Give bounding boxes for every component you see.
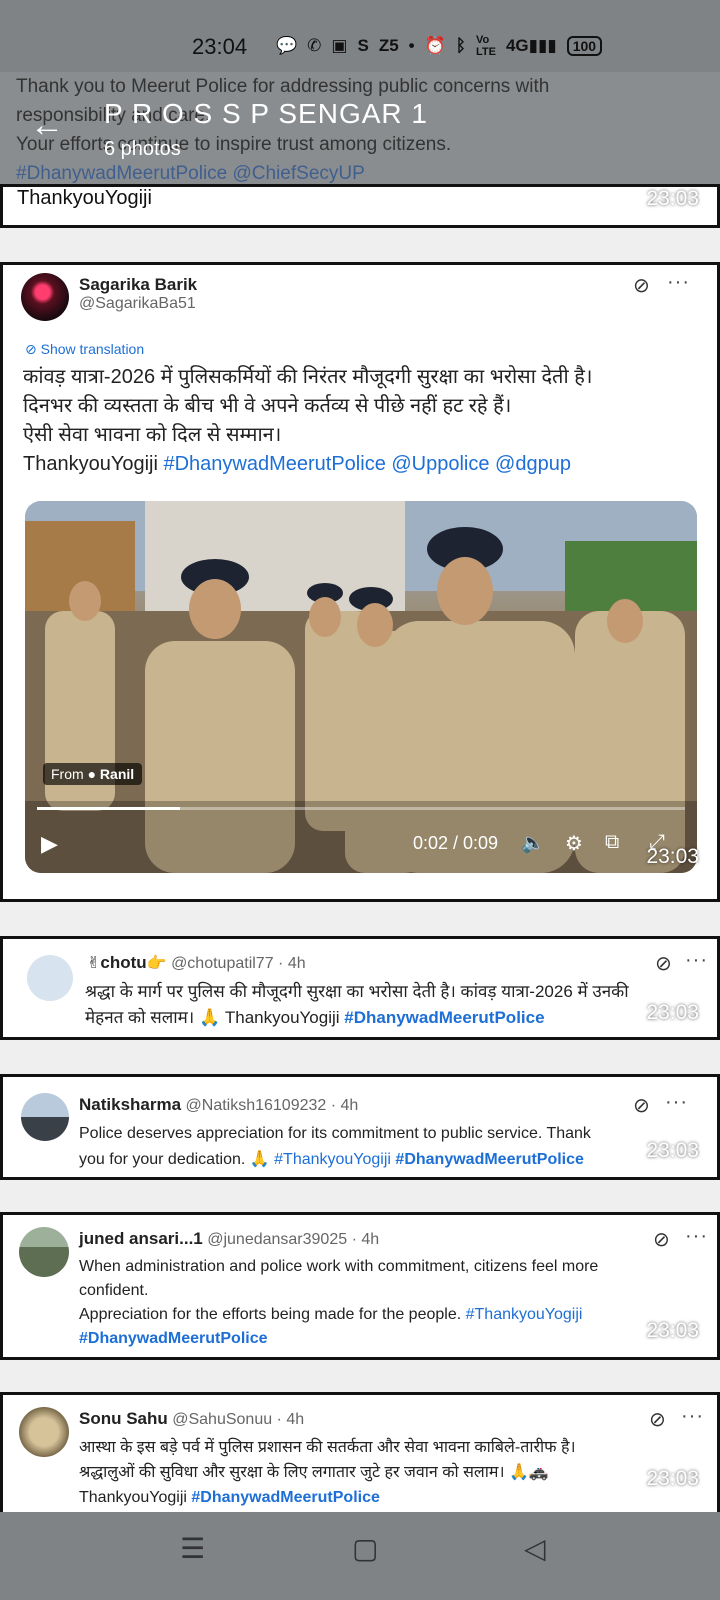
more-options-icon[interactable]: ··· bbox=[667, 271, 690, 294]
photo-timestamp: 23:03 bbox=[646, 187, 699, 210]
z5-icon: Z5 bbox=[378, 36, 399, 55]
hashtag-link[interactable]: #DhanywadMeerutPolice bbox=[191, 1489, 380, 1506]
hashtag-link[interactable]: #DhanywadMeerutPolice bbox=[395, 1151, 584, 1168]
hashtag-link[interactable]: #ThankyouYogiji bbox=[466, 1306, 583, 1323]
video-player[interactable]: From ● Ranil ▶ 0:02 / 0:09 🔈 ⚙ ⧉ ⤢ bbox=[25, 501, 697, 873]
photo-count: 6 photos bbox=[104, 138, 181, 160]
album-title: P R O S S P SENGAR 1 bbox=[104, 98, 428, 129]
battery-icon: 100 bbox=[566, 36, 603, 56]
chat-bubble-icon: 💬 bbox=[276, 36, 298, 55]
video-progress-fill bbox=[37, 807, 180, 810]
video-time: 0:02 / 0:09 bbox=[413, 833, 499, 853]
author-name[interactable]: Sagarika Barik bbox=[79, 275, 197, 295]
author-name[interactable]: chotu bbox=[100, 953, 146, 972]
status-time: 23:04 bbox=[192, 34, 248, 59]
photo-timestamp: 23:03 bbox=[646, 1139, 699, 1162]
alarm-icon: ⏰ bbox=[424, 36, 446, 55]
picture-in-picture-icon[interactable]: ⧉ bbox=[605, 831, 619, 854]
reply-text: When administration and police work with… bbox=[79, 1258, 599, 1347]
volume-icon[interactable]: 🔈 bbox=[521, 831, 545, 855]
reply-text: आस्था के इस बड़े पर्व में पुलिस प्रशासन … bbox=[79, 1439, 576, 1506]
hashtag-link[interactable]: #DhanywadMeerutPolice @Uppolice @dgpup bbox=[163, 453, 571, 475]
reply-card[interactable]: Sonu Sahu @SahuSonuu · 4h ⊘ ··· आस्था के… bbox=[0, 1392, 720, 1512]
settings-icon[interactable]: ⚙ bbox=[565, 831, 583, 856]
post-card[interactable]: Sagarika Barik @SagarikaBa51 ⊘ ··· ⊘ Sho… bbox=[0, 262, 720, 902]
grok-icon[interactable]: ⊘ bbox=[655, 951, 672, 976]
photo-timestamp: 23:03 bbox=[646, 1001, 699, 1024]
avatar[interactable] bbox=[19, 1407, 69, 1457]
author-name[interactable]: Natiksharma bbox=[79, 1095, 181, 1114]
photo-timestamp: 23:03 bbox=[646, 1319, 699, 1342]
more-options-icon[interactable]: ··· bbox=[685, 1225, 708, 1248]
photo-timestamp: 23:03 bbox=[646, 845, 699, 868]
dot-icon: • bbox=[408, 36, 415, 55]
s-icon: S bbox=[357, 36, 369, 55]
author-name[interactable]: Sonu Sahu bbox=[79, 1409, 168, 1428]
post-text: ThankyouYogiji bbox=[17, 187, 152, 209]
home-icon[interactable]: ▢ bbox=[352, 1532, 378, 1565]
hashtag-link[interactable]: #DhanywadMeerutPolice bbox=[344, 1008, 544, 1027]
video-source-badge[interactable]: From ● Ranil bbox=[43, 763, 143, 785]
sonyliv-icon: ▣ bbox=[331, 36, 348, 55]
grok-icon[interactable]: ⊘ bbox=[633, 1093, 650, 1118]
translate-icon: ⊘ bbox=[25, 341, 41, 357]
reply-text: Police deserves appreciation for its com… bbox=[79, 1125, 591, 1168]
author-handle[interactable]: @SagarikaBa51 bbox=[79, 295, 197, 313]
author-handle[interactable]: @chotupatil77 · 4h bbox=[171, 955, 306, 972]
reply-text: श्रद्धा के मार्ग पर पुलिस की मौजूदगी सुर… bbox=[85, 982, 629, 1027]
author-handle[interactable]: @SahuSonuu · 4h bbox=[172, 1411, 304, 1428]
system-nav-bar: ☰ ▢ ◁ bbox=[0, 1512, 720, 1600]
4g-signal-icon: 4G▮▮▮ bbox=[505, 36, 557, 55]
grok-icon[interactable]: ⊘ bbox=[653, 1227, 670, 1252]
bluetooth-icon: ᛒ bbox=[455, 36, 466, 55]
hashtag-link[interactable]: #ThankyouYogiji bbox=[274, 1151, 391, 1168]
avatar[interactable] bbox=[21, 1093, 69, 1141]
recent-apps-icon[interactable]: ☰ bbox=[180, 1532, 205, 1565]
video-progress-track[interactable] bbox=[37, 807, 685, 810]
raised-hand-icon: ✌ bbox=[87, 955, 101, 972]
back-arrow-icon[interactable]: ← bbox=[30, 106, 64, 145]
reply-card[interactable]: Natiksharma @Natiksh16109232 · 4h ⊘ ··· … bbox=[0, 1074, 720, 1180]
post-card-partial[interactable]: ThankyouYogiji 23:03 bbox=[0, 184, 720, 228]
hand-icon: 👉 bbox=[146, 955, 172, 972]
reply-card[interactable]: juned ansari...1 @junedansar39025 · 4h ⊘… bbox=[0, 1212, 720, 1360]
avatar[interactable] bbox=[21, 273, 69, 321]
reply-card[interactable]: ✌chotu👉 @chotupatil77 · 4h ⊘ ··· श्रद्धा… bbox=[0, 936, 720, 1040]
photo-viewer-header: Thank you to Meerut Police for addressin… bbox=[0, 72, 720, 184]
whatsapp-icon: ✆ bbox=[307, 36, 322, 55]
more-options-icon[interactable]: ··· bbox=[665, 1091, 688, 1114]
hashtag-link[interactable]: #DhanywadMeerutPolice bbox=[79, 1330, 268, 1347]
show-translation-link[interactable]: ⊘ Show translation bbox=[25, 341, 144, 358]
more-options-icon[interactable]: ··· bbox=[685, 949, 708, 972]
status-bar: 23:04 💬 ✆ ▣ S Z5 • ⏰ ᛒ Vo LTE 4G▮▮▮ 100 bbox=[0, 0, 720, 72]
back-icon[interactable]: ◁ bbox=[524, 1532, 546, 1565]
grok-icon[interactable]: ⊘ bbox=[649, 1407, 666, 1432]
author-name[interactable]: juned ansari...1 bbox=[79, 1229, 203, 1248]
post-text: कांवड़ यात्रा-2026 में पुलिसकर्मियों की … bbox=[23, 366, 593, 475]
volte-icon: Vo LTE bbox=[476, 34, 496, 58]
source-avatar-icon: ● bbox=[87, 766, 97, 782]
avatar[interactable] bbox=[27, 955, 73, 1001]
status-icons: 💬 ✆ ▣ S Z5 • ⏰ ᛒ Vo LTE 4G▮▮▮ 100 bbox=[276, 34, 603, 58]
photo-timestamp: 23:03 bbox=[646, 1467, 699, 1490]
author-handle[interactable]: @junedansar39025 · 4h bbox=[207, 1231, 379, 1248]
video-frame bbox=[25, 501, 697, 873]
play-icon[interactable]: ▶ bbox=[41, 831, 58, 857]
more-options-icon[interactable]: ··· bbox=[681, 1405, 704, 1428]
avatar[interactable] bbox=[19, 1227, 69, 1277]
author-handle[interactable]: @Natiksh16109232 · 4h bbox=[186, 1097, 359, 1114]
grok-icon[interactable]: ⊘ bbox=[633, 273, 650, 298]
